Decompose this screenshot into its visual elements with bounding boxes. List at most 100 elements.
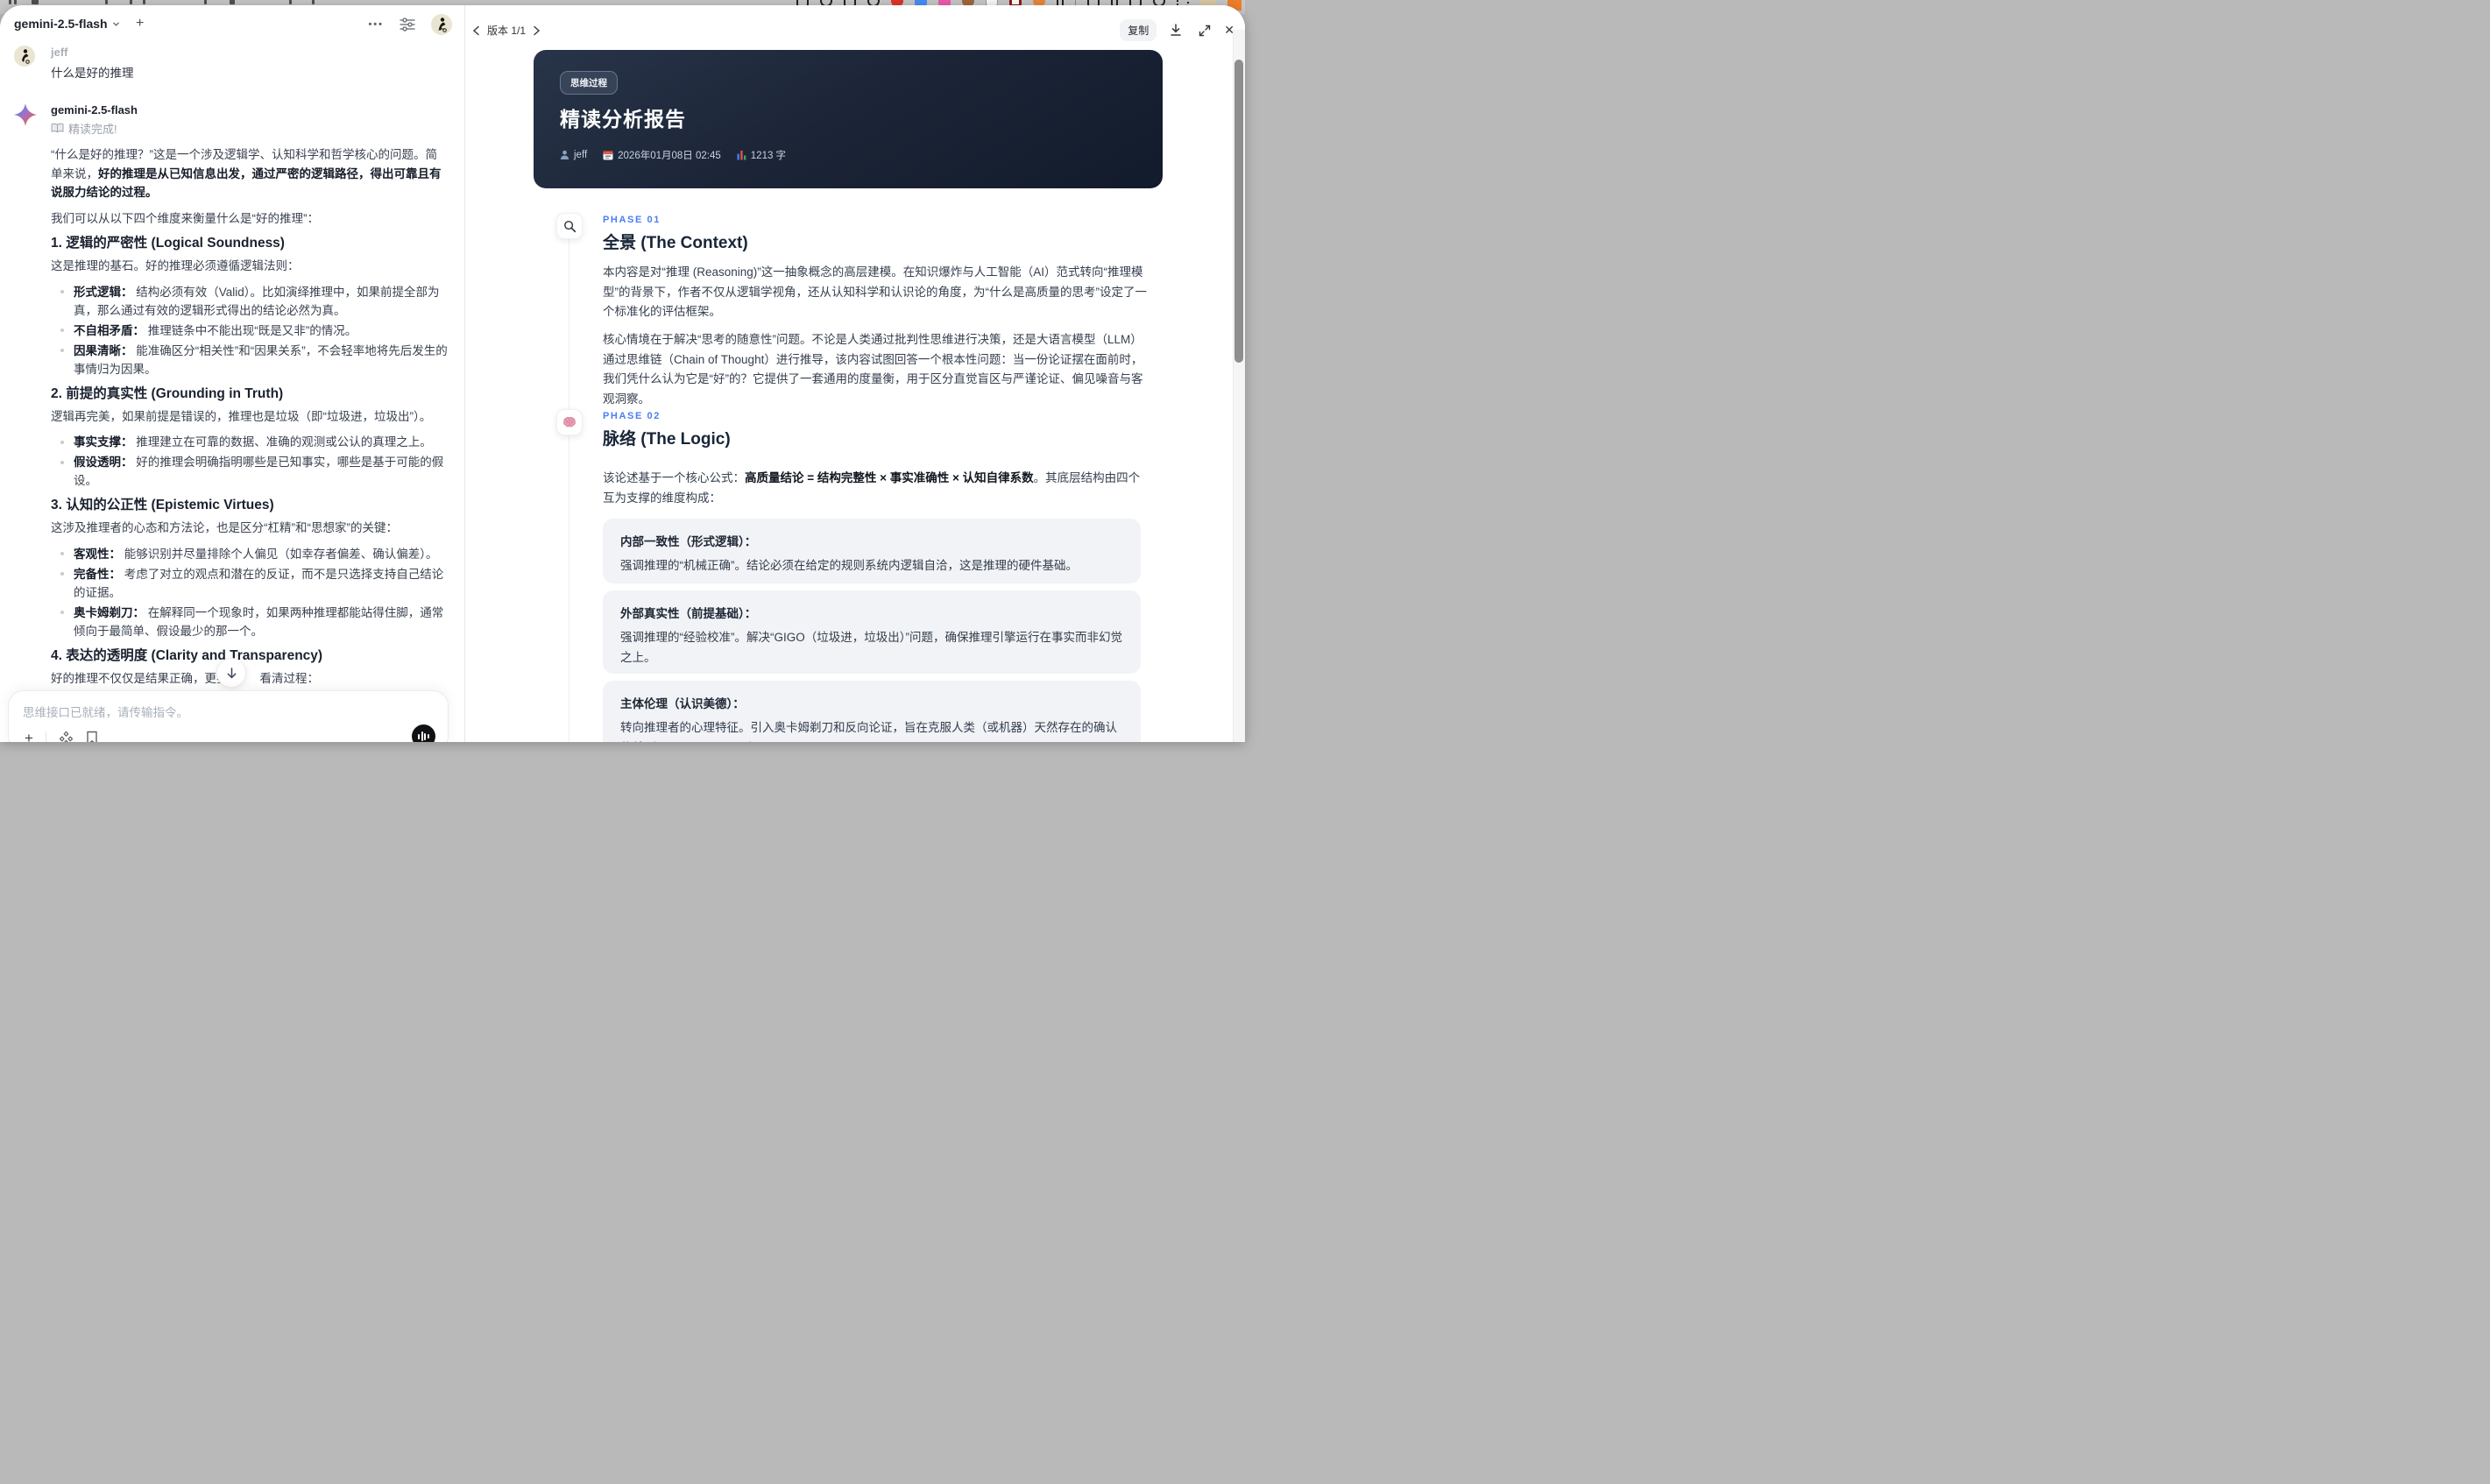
brain-icon [556,409,583,435]
chevron-right-icon[interactable] [533,25,541,36]
phase-2-lead: 该论述基于一个核心公式：高质量结论 = 结构完整性 × 事实准确性 × 认知自律… [603,471,1141,505]
voice-input-button[interactable] [412,724,435,742]
menubar-fragment [312,0,315,4]
list-item: 形式逻辑： 结构必须有效（Valid）。比如演绎推理中，如果前提全部为真，那么通… [51,283,449,320]
menubar-fragment [143,0,145,4]
assistant-message: gemini-2.5-flash 精读完成! “什么是好的推理？”这是一个涉及逻… [14,103,449,731]
logic-card-1: 内部一致性（形式逻辑）： 强调推理的“机械正确”。结论必须在给定的规则系统内逻辑… [603,519,1141,583]
scrollbar-thumb[interactable] [1234,60,1243,363]
book-icon [51,123,64,133]
menubar-fragment [32,0,39,4]
calendar-icon [603,150,613,160]
report-panel: 版本 1/1 复制 ✕ 思维过程 精读分析报告 jeff 2026年01月08日… [465,5,1245,742]
meta-word-count: 1213 字 [737,148,786,162]
phase-1-label: PHASE 01 [603,215,661,225]
attach-plus-button[interactable]: + [25,731,33,743]
model-name: gemini-2.5-flash [14,17,108,31]
user-avatar [14,46,35,67]
chevron-left-icon[interactable] [472,25,480,36]
phase-1-title: 全景 (The Context) [603,234,748,252]
list-item: 奥卡姆剃刀： 在解释同一个现象时，如果两种推理都能站得住脚，通常倾向于最简单、假… [51,604,449,640]
section-1-lead: 这是推理的基石。好的推理必须遵循逻辑法则： [51,259,300,272]
section-2-lead: 逻辑再完美，如果前提是错误的，推理也是垃圾（即“垃圾进，垃圾出”）。 [51,409,432,423]
download-icon [1171,24,1182,36]
list-item: 事实支撑： 推理建立在可靠的数据、准确的观测或公认的真理之上。 [51,433,449,451]
logic-card-title: 外部真实性（前提基础）： [620,607,757,620]
bar-chart-icon [737,150,746,160]
menubar-fragment [9,0,11,4]
section-3-lead: 这涉及推理者的心态和方法论，也是区分“杠精”和“思想家”的关键： [51,521,398,534]
phase-2-label: PHASE 02 [603,411,661,421]
copy-button[interactable]: 复制 [1120,19,1157,41]
assistant-status-text: 精读完成! [68,123,117,136]
chat-header: gemini-2.5-flash + ••• [0,5,464,40]
report-title: 精读分析报告 [560,108,686,131]
list-item: 不自相矛盾： 推理链条中不能出现“既是又非”的情况。 [51,322,449,340]
new-chat-button[interactable]: + [136,16,144,32]
list-item: 假设透明： 好的推理会明确指明哪些是已知事实，哪些是基于可能的假设。 [51,453,449,490]
scrollbar-track[interactable] [1233,30,1245,742]
logic-card-body: 强调推理的“经验校准”。解决“GIGO（垃圾进，垃圾出）”问题，确保推理引擎运行… [620,631,1122,664]
model-switcher[interactable]: gemini-2.5-flash [14,17,120,31]
logic-card-3: 主体伦理（认识美德）： 转向推理者的心理特征。引入奥卡姆剃刀和反向论证，旨在克服… [603,681,1141,742]
account-avatar[interactable] [431,14,452,35]
logic-card-2: 外部真实性（前提基础）： 强调推理的“经验校准”。解决“GIGO（垃圾进，垃圾出… [603,590,1141,674]
scroll-to-bottom-button[interactable] [216,658,246,688]
menubar-fragment [289,0,292,4]
dimensions-line: 我们可以从以下四个维度来衡量什么是“好的推理”： [51,211,319,225]
meta-datetime: 2026年01月08日 02:45 [603,148,721,162]
menubar-fragment [204,0,207,4]
logic-card-title: 主体伦理（认识美德）： [620,697,745,710]
bookmark-icon[interactable] [86,731,98,742]
user-message: jeff 什么是好的推理 [14,46,449,81]
list-item: 客观性： 能够识别并尽量排除个人偏见（如幸存者偏差、确认偏差）。 [51,545,449,563]
screen: gemini-2.5-flash + ••• jeff 什么是好的推理 gemi… [0,0,1245,742]
phase-1-paragraph-2: 核心情境在于解决“思考的随意性”问题。不论是人类通过批判性思维进行决策，还是大语… [603,333,1143,406]
section-3-list: 客观性： 能够识别并尽量排除个人偏见（如幸存者偏差、确认偏差）。 完备性： 考虑… [51,545,449,640]
list-item: 完备性： 考虑了对立的观点和潜在的反证，而不是只选择支持自己结论的证据。 [51,565,449,602]
logic-card-body: 强调推理的“机械正确”。结论必须在给定的规则系统内逻辑自洽，这是推理的硬件基础。 [620,559,1078,572]
more-options-button[interactable]: ••• [368,19,384,30]
phase-1-paragraph-1: 本内容是对“推理 (Reasoning)”这一抽象概念的高层建模。在知识爆炸与人… [603,265,1147,318]
composer[interactable]: 思维接口已就绪，请传输指令。 + [8,690,449,742]
arrow-down-icon [227,667,236,678]
logic-card-title: 内部一致性（形式逻辑）： [620,535,757,548]
section-2-heading: 2. 前提的真实性 (Grounding in Truth) [51,385,284,401]
section-4-heading: 4. 表达的透明度 (Clarity and Transparency) [51,647,323,663]
meta-author: jeff [560,150,587,160]
assistant-message-body: “什么是好的推理？”这是一个涉及逻辑学、认知科学和哲学核心的问题。简单来说，好的… [51,145,449,731]
menubar-fragment [130,0,132,4]
intro-paragraph: “什么是好的推理？”这是一个涉及逻辑学、认知科学和哲学核心的问题。简单来说，好的… [51,148,442,199]
tune-sliders-icon[interactable] [400,18,415,32]
tools-diamonds-icon[interactable] [59,731,74,742]
menubar-fragment [105,0,108,4]
person-icon [560,150,569,160]
app-window: gemini-2.5-flash + ••• jeff 什么是好的推理 gemi… [0,5,1245,742]
assistant-status: 精读完成! [51,120,449,137]
composer-input[interactable]: 思维接口已就绪，请传输指令。 [23,703,434,720]
section-4-lead: 好的推理不仅仅是结果正确，更要 看清过程： [51,671,319,685]
logic-card-body: 转向推理者的心理特征。引入奥卡姆剃刀和反向论证，旨在克服人类（或机器）天然存在的… [620,721,1117,742]
menubar-fragment [230,0,235,4]
chat-panel: gemini-2.5-flash + ••• jeff 什么是好的推理 gemi… [0,5,465,742]
version-label: 版本 1/1 [487,25,527,37]
list-item: 因果清晰： 能准确区分“相关性”和“因果关系”，不会轻率地将先后发生的事情归为因… [51,342,449,378]
report-badge: 思维过程 [560,71,618,95]
version-navigator: 版本 1/1 [472,23,541,38]
expand-button[interactable] [1195,21,1214,40]
chevron-down-icon [112,22,119,26]
chat-scroll-area[interactable]: jeff 什么是好的推理 gemini-2.5-flash 精读完成! “什么是… [0,40,464,742]
report-hero-card: 思维过程 精读分析报告 jeff 2026年01月08日 02:45 1213 … [534,50,1163,188]
section-1-heading: 1. 逻辑的严密性 (Logical Soundness) [51,236,285,251]
phase-2-title: 脉络 (The Logic) [603,430,731,449]
section-1-list: 形式逻辑： 结构必须有效（Valid）。比如演绎推理中，如果前提全部为真，那么通… [51,283,449,378]
section-3-heading: 3. 认知的公正性 (Epistemic Virtues) [51,498,274,512]
user-name: jeff [51,46,68,59]
composer-toolbar: + [25,731,98,742]
assistant-name: gemini-2.5-flash [51,103,138,117]
magnifier-icon [556,213,583,239]
menubar-fragment [14,0,17,4]
report-meta: jeff 2026年01月08日 02:45 1213 字 [560,148,786,162]
report-actions: 复制 ✕ [1120,19,1234,41]
download-button[interactable] [1166,21,1185,40]
